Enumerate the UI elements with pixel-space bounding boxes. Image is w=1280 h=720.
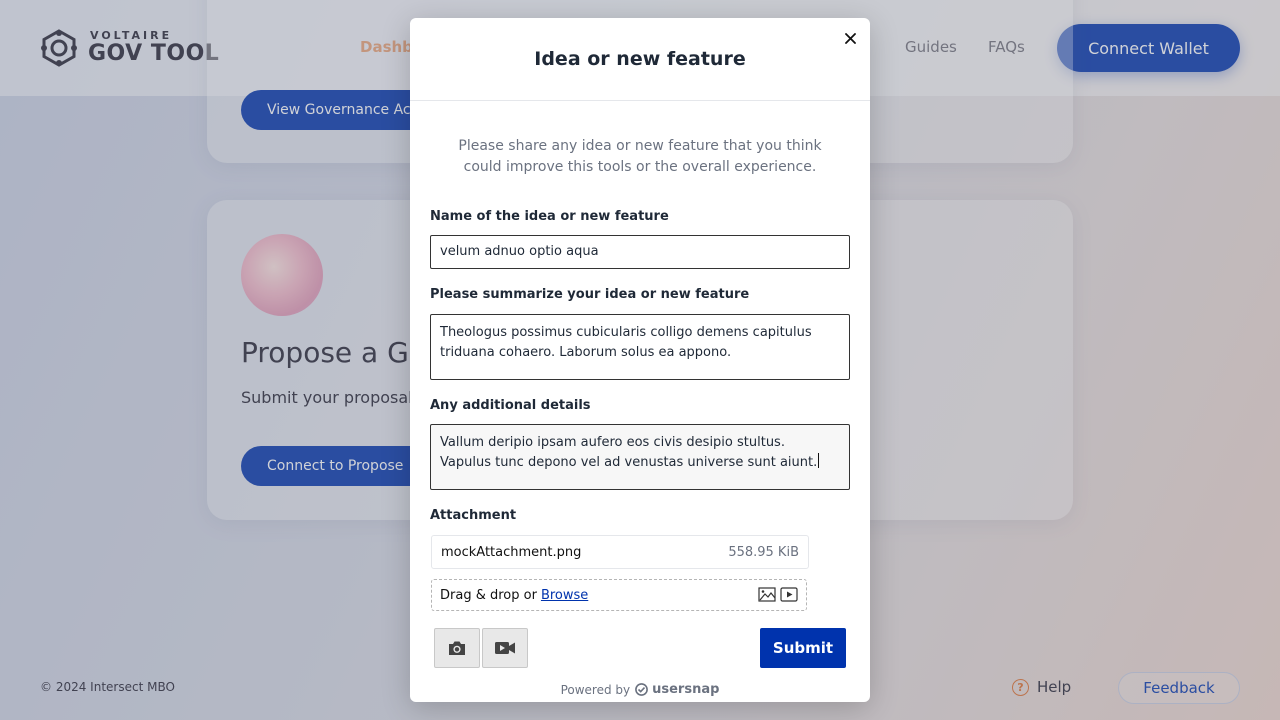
attachment-item[interactable]: mockAttachment.png 558.95 KiB: [431, 535, 809, 569]
close-button[interactable]: [840, 28, 860, 48]
usersnap-logo-icon: [635, 683, 649, 696]
summary-label: Please summarize your idea or new featur…: [430, 287, 750, 302]
usersnap-brand: usersnap: [652, 682, 720, 697]
powered-by[interactable]: Powered by usersnap: [410, 682, 870, 697]
attachment-label: Attachment: [430, 508, 517, 523]
summary-textarea[interactable]: Theologus possimus cubicularis colligo d…: [430, 314, 850, 380]
attachment-file-size: 558.95 KiB: [728, 544, 799, 560]
name-label: Name of the idea or new feature: [430, 209, 669, 224]
browse-link[interactable]: Browse: [541, 588, 588, 603]
drop-zone[interactable]: Drag & drop or Browse: [431, 579, 807, 611]
details-text: Vallum deripio ipsam aufero eos civis de…: [440, 435, 818, 470]
video-camera-icon: [495, 642, 515, 654]
image-icon: [758, 587, 776, 602]
text-caret: [818, 453, 820, 468]
attachment-file-name: mockAttachment.png: [441, 544, 582, 560]
details-textarea[interactable]: Vallum deripio ipsam aufero eos civis de…: [430, 424, 850, 490]
drop-text: Drag & drop or: [440, 587, 537, 603]
record-video-button[interactable]: [482, 628, 528, 668]
close-icon: [844, 32, 856, 44]
camera-icon: [449, 641, 465, 655]
video-icon: [780, 587, 798, 602]
name-input[interactable]: velum adnuo optio aqua: [430, 235, 850, 269]
submit-button[interactable]: Submit: [760, 628, 846, 668]
powered-by-text: Powered by: [560, 682, 631, 697]
details-label: Any additional details: [430, 398, 591, 413]
modal-title: Idea or new feature: [534, 48, 746, 70]
feedback-modal: Idea or new feature Please share any ide…: [410, 18, 870, 702]
modal-header: Idea or new feature: [410, 18, 870, 101]
modal-intro: Please share any idea or new feature tha…: [458, 138, 822, 175]
screenshot-button[interactable]: [434, 628, 480, 668]
